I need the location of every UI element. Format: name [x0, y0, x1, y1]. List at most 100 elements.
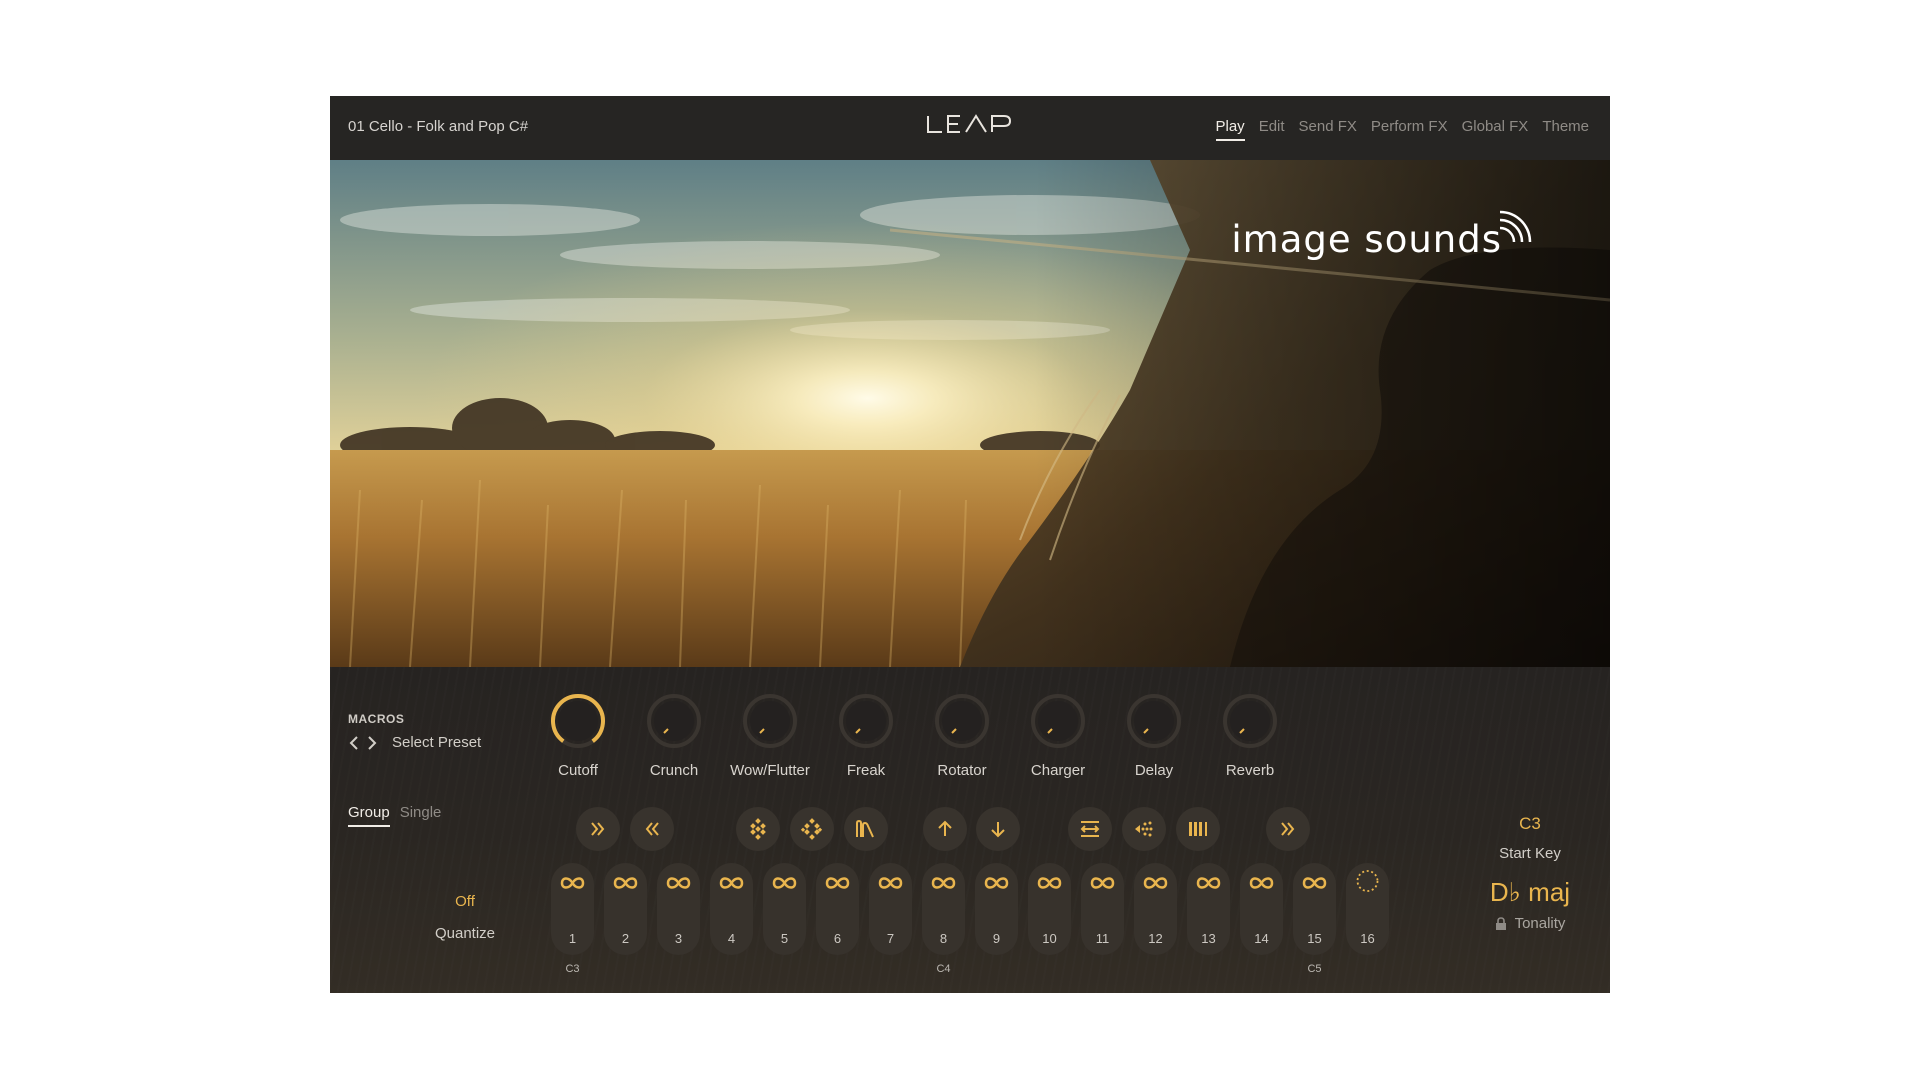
knob-crunch[interactable]: Crunch — [626, 693, 722, 779]
pad-3[interactable]: 3 — [657, 863, 700, 955]
pad-number: 4 — [727, 931, 736, 946]
infinity-icon — [1249, 877, 1274, 889]
knob-rotator[interactable]: Rotator — [914, 693, 1010, 779]
infinity-icon — [1037, 877, 1062, 889]
knob-wow-flutter[interactable]: Wow/Flutter — [722, 693, 818, 779]
pad-16[interactable]: 16 — [1346, 863, 1389, 955]
knob-cutoff-dial[interactable] — [550, 693, 606, 749]
pad-number: 13 — [1201, 931, 1216, 946]
preset-navigator: Select Preset — [348, 734, 481, 751]
pad-number: 15 — [1307, 931, 1322, 946]
mode-tabs: Group Single — [348, 804, 441, 827]
tab-perform-fx[interactable]: Perform FX — [1371, 118, 1448, 141]
tonality-label: Tonality — [1514, 915, 1566, 932]
pad-11[interactable]: 11 — [1081, 863, 1124, 955]
pad-number: 6 — [833, 931, 842, 946]
tab-theme[interactable]: Theme — [1542, 118, 1589, 141]
knob-label: Rotator — [937, 762, 987, 779]
pad-13[interactable]: 13 — [1187, 863, 1230, 955]
knob-cutoff[interactable]: Cutoff — [530, 693, 626, 779]
knob-delay[interactable]: Delay — [1106, 693, 1202, 779]
knob-charger-dial[interactable] — [1030, 693, 1086, 749]
quantize-value[interactable]: Off — [425, 893, 505, 910]
tab-group[interactable]: Group — [348, 804, 390, 827]
tab-play[interactable]: Play — [1215, 118, 1245, 141]
double-chevron-right-icon — [1281, 822, 1295, 836]
pad-number: 2 — [621, 931, 630, 946]
pad-10[interactable]: 10 — [1028, 863, 1071, 955]
diamond-pattern-icon — [750, 818, 766, 840]
pad-2[interactable]: 2 — [604, 863, 647, 955]
tab-edit[interactable]: Edit — [1259, 118, 1285, 141]
knob-reverb-dial[interactable] — [1222, 693, 1278, 749]
knob-reverb[interactable]: Reverb — [1202, 693, 1298, 779]
brand-wordmark: image sounds — [1231, 218, 1502, 261]
chevron-right-icon[interactable] — [366, 735, 378, 750]
preset-title[interactable]: 01 Cello - Folk and Pop C# — [348, 118, 528, 135]
infinity-icon — [878, 877, 903, 889]
double-chevron-right-button[interactable] — [576, 807, 620, 851]
pad-number: 12 — [1148, 931, 1163, 946]
pad-4[interactable]: 4 — [710, 863, 753, 955]
header-bar: 01 Cello - Folk and Pop C# Play Edit Sen… — [330, 96, 1610, 160]
pad-15[interactable]: 15 — [1293, 863, 1336, 955]
leap-instrument-window: 01 Cello - Folk and Pop C# Play Edit Sen… — [330, 96, 1610, 993]
chevron-left-icon[interactable] — [348, 735, 360, 750]
knob-label: Cutoff — [558, 762, 598, 779]
arrow-down-button[interactable] — [976, 807, 1020, 851]
wifi-waves-icon — [1499, 210, 1532, 243]
waveform-bars-button[interactable] — [844, 807, 888, 851]
double-chevron-right-end-button[interactable] — [1266, 807, 1310, 851]
note-label-c3: C3 — [565, 963, 580, 975]
tab-global-fx[interactable]: Global FX — [1462, 118, 1529, 141]
pad-12[interactable]: 12 — [1134, 863, 1177, 955]
dotted-circle-icon — [1356, 870, 1379, 892]
diamond-pattern-alt-button[interactable] — [790, 807, 834, 851]
select-preset-button[interactable]: Select Preset — [392, 734, 481, 751]
pad-number: 3 — [674, 931, 683, 946]
knob-rotator-dial[interactable] — [934, 693, 990, 749]
arrow-down-icon — [991, 822, 1005, 838]
double-chevron-left-button[interactable] — [630, 807, 674, 851]
tab-single[interactable]: Single — [400, 804, 442, 827]
knob-freak-dial[interactable] — [838, 693, 894, 749]
infinity-icon — [931, 877, 956, 889]
knob-label: Crunch — [649, 762, 699, 779]
pad-number: 7 — [886, 931, 895, 946]
pad-number: 14 — [1254, 931, 1269, 946]
pad-8[interactable]: 8 — [922, 863, 965, 955]
knob-charger[interactable]: Charger — [1010, 693, 1106, 779]
knob-freak[interactable]: Freak — [818, 693, 914, 779]
pad-1[interactable]: 1 — [551, 863, 594, 955]
lock-icon[interactable] — [1495, 917, 1507, 930]
swap-lines-icon — [1080, 821, 1100, 837]
diamond-pattern-alt-icon — [801, 818, 823, 840]
knob-delay-dial[interactable] — [1126, 693, 1182, 749]
pad-number: 8 — [939, 931, 948, 946]
knob-crunch-dial[interactable] — [646, 693, 702, 749]
pad-number: 16 — [1360, 931, 1375, 946]
pad-number: 5 — [780, 931, 789, 946]
top-nav: Play Edit Send FX Perform FX Global FX T… — [1215, 118, 1589, 141]
pad-9[interactable]: 9 — [975, 863, 1018, 955]
tonality-value[interactable]: D♭ maj — [1470, 877, 1590, 908]
knob-label: Charger — [1030, 762, 1086, 779]
infinity-icon — [1302, 877, 1327, 889]
knob-wow-flutter-dial[interactable] — [742, 693, 798, 749]
knob-label: Freak — [846, 762, 886, 779]
swap-lines-button[interactable] — [1068, 807, 1112, 851]
instrument-artwork: image sounds — [330, 160, 1610, 667]
control-panel: MACROS Select Preset Cutoff Crunch Wow/F… — [330, 667, 1610, 993]
diamond-pattern-button[interactable] — [736, 807, 780, 851]
bars-button[interactable] — [1176, 807, 1220, 851]
start-key-value[interactable]: C3 — [1480, 814, 1580, 834]
arrow-up-button[interactable] — [923, 807, 967, 851]
scatter-left-button[interactable] — [1122, 807, 1166, 851]
infinity-icon — [719, 877, 744, 889]
pad-number: 1 — [568, 931, 577, 946]
tab-send-fx[interactable]: Send FX — [1299, 118, 1357, 141]
pad-7[interactable]: 7 — [869, 863, 912, 955]
pad-14[interactable]: 14 — [1240, 863, 1283, 955]
pad-6[interactable]: 6 — [816, 863, 859, 955]
pad-5[interactable]: 5 — [763, 863, 806, 955]
